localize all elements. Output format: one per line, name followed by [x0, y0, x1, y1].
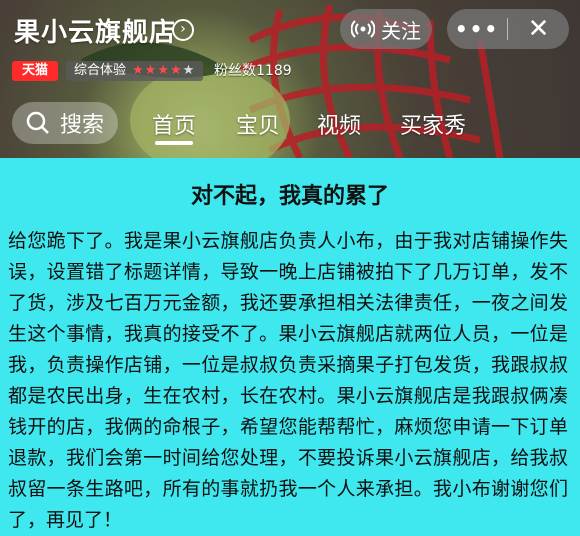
broadcast-icon — [351, 20, 375, 38]
chevron-right-icon[interactable]: › — [172, 19, 194, 41]
tab-home[interactable]: 首页 — [152, 108, 196, 140]
notice-body: 给您跪下了。我是果小云旗舰店负责人小布，由于我对店铺操作失误，设置错了标题详情，… — [8, 230, 568, 531]
fans-count: 粉丝数1189 — [214, 63, 292, 79]
search-icon — [26, 111, 49, 134]
rating-label: 综合体验 — [74, 63, 127, 78]
follow-button[interactable]: 关注 — [340, 9, 432, 49]
stars-empty: ★ — [182, 63, 196, 78]
shop-header: 果小云旗舰店 › 关注 ••• ✕ 天猫 综合体验 ★★★★★ 粉丝数1189 … — [0, 0, 580, 158]
tmall-badge: 天猫 — [12, 61, 58, 81]
active-tab-indicator — [155, 141, 193, 145]
notice-panel: 对不起，我真的累了 给您跪下了。我是果小云旗舰店负责人小布，由于我对店铺操作失误… — [0, 158, 580, 531]
tab-videos[interactable]: 视频 — [317, 108, 361, 140]
star-rating: ★★★★★ — [132, 61, 195, 81]
search-button[interactable]: 搜索 — [12, 102, 118, 144]
shop-name[interactable]: 果小云旗舰店 — [14, 12, 176, 49]
stars-filled: ★★★★ — [132, 63, 183, 78]
rating-badge: 综合体验 ★★★★★ — [66, 61, 204, 81]
tab-products[interactable]: 宝贝 — [236, 108, 280, 140]
tab-buyer-show[interactable]: 买家秀 — [400, 108, 466, 140]
capsule-menu: ••• ✕ — [447, 9, 569, 49]
close-icon[interactable]: ✕ — [508, 14, 569, 44]
notice-title: 对不起，我真的累了 — [190, 184, 389, 209]
follow-label: 关注 — [381, 18, 421, 43]
search-label: 搜索 — [60, 113, 105, 138]
more-icon[interactable]: ••• — [447, 17, 507, 41]
